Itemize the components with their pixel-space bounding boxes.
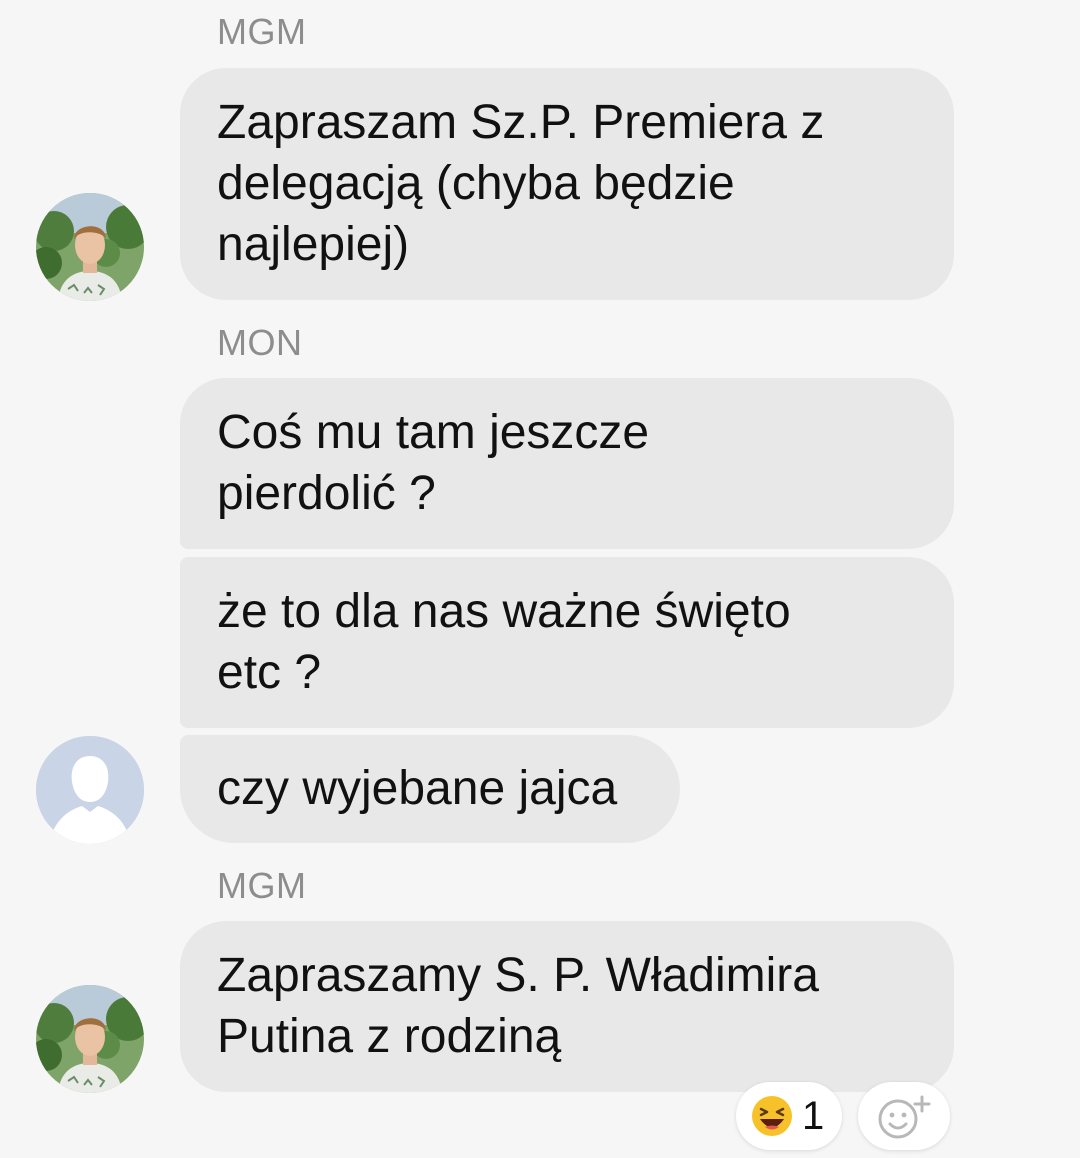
message-bubble[interactable]: czy wyjebane jajca — [180, 735, 680, 843]
message-line: Coś mu tam jeszcze — [217, 406, 650, 459]
sender-name-mgm: MGM — [217, 865, 307, 906]
reaction-laugh[interactable]: 1 — [736, 1082, 842, 1150]
add-reaction-button[interactable] — [858, 1082, 950, 1150]
message-line: czy wyjebane jajca — [217, 762, 618, 815]
add-reaction-icon — [878, 1095, 931, 1139]
message-line: najlepiej) — [217, 218, 410, 271]
avatar-mon-placeholder[interactable] — [36, 736, 144, 844]
message-line: że to dla nas ważne święto — [217, 585, 791, 638]
message-line: etc ? — [217, 646, 322, 699]
message-line: delegacją (chyba będzie — [217, 157, 735, 210]
message-line: pierdolić ? — [217, 467, 436, 520]
avatar-mgm[interactable] — [36, 985, 144, 1093]
message-bubble[interactable]: że to dla nas ważne święto etc ? — [180, 557, 954, 728]
chat-screen: MGM Zapraszam Sz.P. Premiera z delegacją… — [0, 0, 1080, 1158]
message-line: Zapraszamy S. P. Władimira — [217, 949, 819, 1002]
message-bubble[interactable]: Zapraszam Sz.P. Premiera z delegacją (ch… — [180, 68, 954, 300]
message-line: Zapraszam Sz.P. Premiera z — [217, 96, 825, 149]
message-line: Putina z rodziną — [217, 1010, 562, 1063]
reaction-count: 1 — [802, 1093, 825, 1138]
laughing-face-icon — [752, 1096, 792, 1136]
sender-name-mgm: MGM — [217, 11, 307, 52]
message-bubble[interactable]: Coś mu tam jeszcze pierdolić ? — [180, 378, 954, 549]
avatar-mgm[interactable] — [36, 193, 144, 301]
message-bubble[interactable]: Zapraszamy S. P. Władimira Putina z rodz… — [180, 921, 954, 1092]
sender-name-mon: MON — [217, 322, 303, 363]
